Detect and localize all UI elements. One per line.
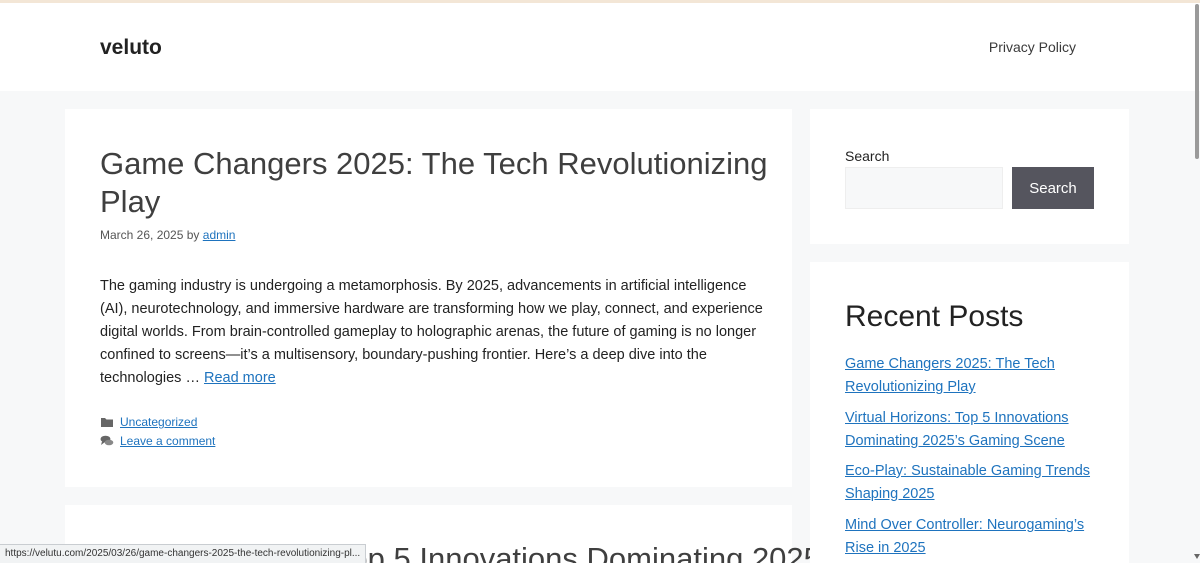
leave-comment-link[interactable]: Leave a comment [120, 434, 215, 448]
post-title[interactable]: Game Changers 2025: The Tech Revolutioni… [100, 145, 770, 221]
search-label: Search [845, 148, 890, 164]
nav-privacy-policy[interactable]: Privacy Policy [989, 39, 1076, 55]
list-item: Mind Over Controller: Neurogaming’s Rise… [845, 514, 1100, 560]
recent-posts-heading: Recent Posts [845, 300, 1024, 333]
page-scrollbar[interactable] [1194, 0, 1200, 563]
recent-post-link[interactable]: Eco-Play: Sustainable Gaming Trends Shap… [845, 463, 1090, 502]
post-date: March 26, 2025 [100, 228, 184, 242]
post-comment-row: Leave a comment [100, 434, 215, 448]
scroll-down-arrow-icon[interactable] [1194, 554, 1200, 559]
search-input[interactable] [845, 167, 1003, 209]
comments-icon [100, 435, 114, 446]
recent-post-link[interactable]: Game Changers 2025: The Tech Revolutioni… [845, 356, 1055, 395]
link-status-bar: https://velutu.com/2025/03/26/game-chang… [0, 544, 367, 563]
post-excerpt: The gaming industry is undergoing a meta… [100, 275, 765, 390]
recent-post-link[interactable]: Mind Over Controller: Neurogaming’s Rise… [845, 517, 1084, 556]
post-category-row: Uncategorized [100, 415, 197, 429]
recent-posts-widget: Recent Posts Game Changers 2025: The Tec… [810, 262, 1129, 563]
list-item: Virtual Horizons: Top 5 Innovations Domi… [845, 407, 1100, 453]
folder-icon [101, 418, 113, 427]
scrollbar-thumb[interactable] [1195, 4, 1199, 159]
read-more-link[interactable]: Read more [204, 370, 276, 386]
post-card: Game Changers 2025: The Tech Revolutioni… [65, 109, 792, 487]
post-excerpt-text: The gaming industry is undergoing a meta… [100, 278, 763, 386]
post-meta: March 26, 2025 by admin [100, 228, 235, 242]
post-by: by [186, 228, 200, 242]
list-item: Eco-Play: Sustainable Gaming Trends Shap… [845, 460, 1100, 506]
site-title[interactable]: veluto [100, 36, 162, 60]
recent-post-link[interactable]: Virtual Horizons: Top 5 Innovations Domi… [845, 410, 1069, 449]
list-item: Game Changers 2025: The Tech Revolutioni… [845, 353, 1100, 399]
search-button[interactable]: Search [1012, 167, 1094, 209]
site-header: veluto Privacy Policy [0, 3, 1200, 91]
post-author-link[interactable]: admin [203, 228, 236, 242]
category-link[interactable]: Uncategorized [120, 415, 197, 429]
recent-posts-list: Game Changers 2025: The Tech Revolutioni… [845, 353, 1100, 563]
search-widget: Search Search [810, 109, 1129, 244]
